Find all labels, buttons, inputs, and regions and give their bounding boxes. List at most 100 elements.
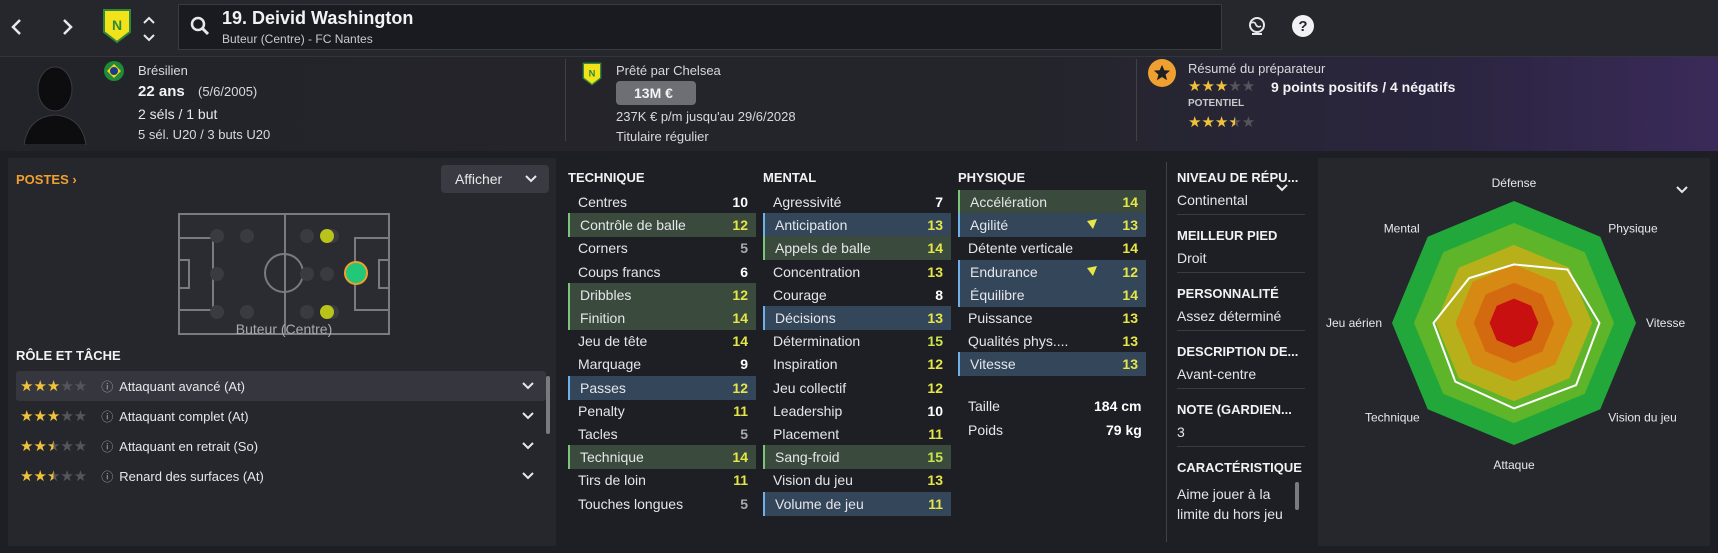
mental-attribute-row[interactable]: Volume de jeu 11 <box>763 491 951 516</box>
chevron-down-icon[interactable] <box>522 472 534 480</box>
technical-attribute-row[interactable]: Touches longues 5 <box>568 492 756 516</box>
radar-label: Vision du jeu <box>1608 410 1677 424</box>
mental-attribute-row[interactable]: Décisions 13 <box>763 306 951 330</box>
role-stars: ★★★★★ <box>20 378 88 395</box>
attribute-name: Marquage <box>578 356 642 373</box>
mental-attribute-row[interactable]: Leadership 10 <box>763 399 951 423</box>
info-icon[interactable]: ⓘ <box>101 468 113 485</box>
show-dropdown-label: Afficher <box>455 171 503 187</box>
physical-attribute-row[interactable]: Qualités phys.... 13 <box>958 329 1146 353</box>
physical-attribute-row[interactable]: Endurance 12 <box>958 259 1146 284</box>
technical-attribute-row[interactable]: Penalty 11 <box>568 399 756 423</box>
technical-attribute-row[interactable]: Corners 5 <box>568 236 756 260</box>
info-icon[interactable]: ⓘ <box>101 438 113 455</box>
physical-attribute-row[interactable]: Détente verticale 14 <box>958 236 1146 260</box>
mental-attribute-row[interactable]: Détermination 15 <box>763 329 951 353</box>
mental-attribute-row[interactable]: Sang-froid 15 <box>763 445 951 470</box>
foot-label: MEILLEUR PIED <box>1177 228 1278 243</box>
mental-attribute-row[interactable]: Vision du jeu 13 <box>763 468 951 492</box>
attribute-name: Volume de jeu <box>775 495 864 512</box>
player-avatar <box>22 61 88 150</box>
help-icon[interactable]: ? <box>1292 15 1314 37</box>
info-icon[interactable]: ⓘ <box>101 378 113 395</box>
mental-attribute-row[interactable]: Placement 11 <box>763 422 951 446</box>
chevron-right-icon[interactable] <box>56 12 78 42</box>
physical-attribute-row[interactable]: Accélération 14 <box>958 190 1146 214</box>
mental-attribute-row[interactable]: Concentration 13 <box>763 260 951 284</box>
technical-attribute-row[interactable]: Contrôle de balle 12 <box>568 213 756 238</box>
role-row[interactable]: ★★★★★ ⓘ Renard des surfaces (At) <box>16 461 546 491</box>
technical-attribute-row[interactable]: Marquage 9 <box>568 352 756 376</box>
attribute-value: 13 <box>927 472 943 489</box>
attribute-value: 7 <box>935 194 943 210</box>
technical-attribute-row[interactable]: Tacles 5 <box>568 422 756 446</box>
chevron-down-icon[interactable] <box>522 412 534 420</box>
globe-icon[interactable] <box>1246 15 1268 42</box>
technical-header: TECHNIQUE <box>568 170 645 185</box>
chevron-up-icon[interactable] <box>142 12 156 30</box>
trait-label: CARACTÉRISTIQUE <box>1177 460 1302 475</box>
attribute-name: Détente verticale <box>968 240 1074 257</box>
divider <box>1177 446 1305 447</box>
physical-attribute-row[interactable]: Vitesse 13 <box>958 352 1146 377</box>
scout-star-icon <box>1148 59 1176 87</box>
physical-attribute-row[interactable]: Puissance 13 <box>958 306 1146 330</box>
goal-box-right <box>378 259 390 289</box>
show-dropdown[interactable]: Afficher <box>441 165 549 193</box>
technical-attribute-row[interactable]: Jeu de tête 14 <box>568 329 756 353</box>
potential-label: POTENTIEL <box>1188 98 1245 109</box>
club-crest-icon[interactable]: N <box>102 8 132 49</box>
physical-attribute-row[interactable]: Agilité 13 <box>958 213 1146 238</box>
svg-text:N: N <box>112 17 122 33</box>
attribute-value: 11 <box>928 495 943 512</box>
mental-attribute-row[interactable]: Agressivité 7 <box>763 190 951 214</box>
divider <box>1177 330 1305 331</box>
chevron-down-icon[interactable] <box>1276 184 1288 192</box>
technical-attribute-row[interactable]: Technique 14 <box>568 445 756 470</box>
attribute-value: 9 <box>740 356 748 373</box>
attribute-name: Passes <box>580 379 626 396</box>
position-dot <box>300 229 314 243</box>
mental-attribute-row[interactable]: Appels de balle 14 <box>763 236 951 261</box>
radar-label: Défense <box>1492 176 1537 190</box>
technical-attribute-row[interactable]: Finition 14 <box>568 306 756 330</box>
attribute-value: 13 <box>927 310 943 326</box>
personality-value: Assez déterminé <box>1177 308 1282 324</box>
pitch <box>178 213 390 335</box>
info-icon[interactable]: ⓘ <box>101 408 113 425</box>
mental-column: Agressivité 7 Anticipation 13 Appels de ball… <box>763 190 953 540</box>
attribute-name: Tirs de loin <box>578 472 646 489</box>
role-row[interactable]: ★★★★★ ⓘ Attaquant complet (At) <box>16 401 546 431</box>
technical-attribute-row[interactable]: Centres 10 <box>568 190 756 214</box>
technical-attribute-row[interactable]: Dribbles 12 <box>568 282 756 307</box>
mental-attribute-row[interactable]: Courage 8 <box>763 283 951 307</box>
positions-title[interactable]: POSTES › <box>16 172 77 187</box>
physical-attribute-row[interactable]: Équilibre 14 <box>958 282 1146 307</box>
technical-attribute-row[interactable]: Tirs de loin 11 <box>568 468 756 492</box>
nationality: Brésilien <box>138 63 188 78</box>
chevron-down-icon[interactable] <box>142 30 156 48</box>
role-label: Renard des surfaces (At) <box>119 468 264 484</box>
chevron-left-icon[interactable] <box>6 12 28 42</box>
role-row[interactable]: ★★★★★ ⓘ Attaquant en retrait (So) <box>16 431 546 461</box>
chevron-down-icon[interactable] <box>522 442 534 450</box>
technical-attribute-row[interactable]: Coups francs 6 <box>568 260 756 284</box>
mental-attribute-row[interactable]: Inspiration 12 <box>763 352 951 376</box>
roles-scrollbar[interactable] <box>546 376 550 434</box>
position-dot <box>300 267 314 281</box>
role-row[interactable]: ★★★★★ ⓘ Attaquant avancé (At) <box>16 371 546 401</box>
scout-summary: 9 points positifs / 4 négatifs <box>1271 79 1456 95</box>
attribute-name: Détermination <box>773 333 861 350</box>
attribute-name: Appels de balle <box>775 240 871 257</box>
attribute-value: 14 <box>732 310 748 326</box>
mental-attribute-row[interactable]: Jeu collectif 12 <box>763 376 951 400</box>
search-icon[interactable] <box>190 16 210 41</box>
attribute-name: Placement <box>773 426 840 442</box>
trait-scrollbar[interactable] <box>1295 482 1299 510</box>
technical-attribute-row[interactable]: Passes 12 <box>568 375 756 400</box>
chevron-down-icon[interactable] <box>522 382 534 390</box>
positions-panel: POSTES › Afficher Buteur (Centre) RÔLE E… <box>8 158 556 546</box>
radar-label: Jeu aérien <box>1326 316 1382 330</box>
top-bar: N 19. Deivid Washington Buteur (Centre) … <box>0 0 1718 57</box>
mental-attribute-row[interactable]: Anticipation 13 <box>763 213 951 238</box>
